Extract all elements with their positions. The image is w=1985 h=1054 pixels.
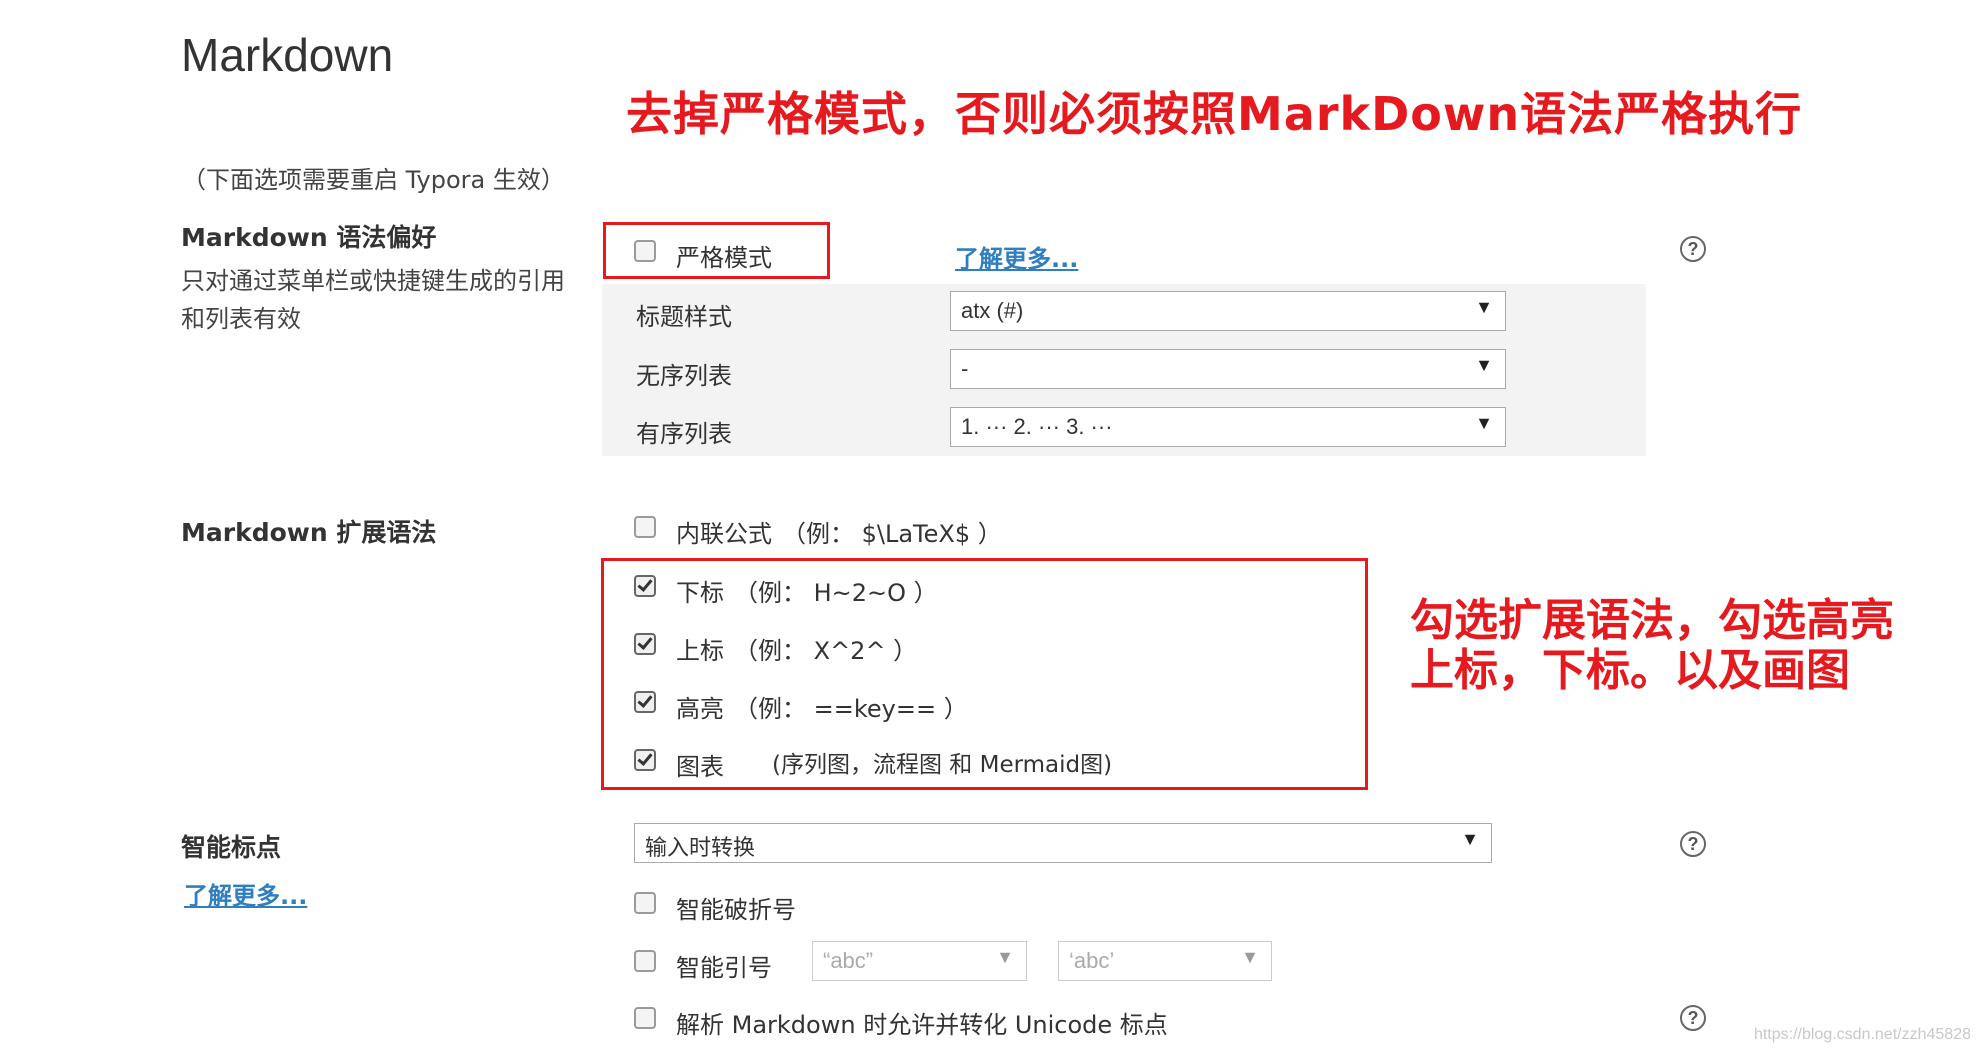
chevron-down-icon: ▼ [1475, 297, 1493, 317]
double-quote-select[interactable]: “abc” ▼ [812, 941, 1027, 981]
single-quote-select[interactable]: ‘abc’ ▼ [1058, 941, 1272, 981]
smart-quotes-label: 智能引号 [676, 954, 772, 982]
ordered-list-value: 1. ··· 2. ··· 3. ··· [961, 414, 1113, 439]
chevron-down-icon: ▼ [1241, 947, 1259, 967]
smart-dash-label: 智能破折号 [676, 896, 796, 924]
unicode-punct-label: 解析 Markdown 时允许并转化 Unicode 标点 [676, 1011, 1168, 1039]
restart-note: （下面选项需要重启 Typora 生效） [182, 166, 565, 194]
smart-punct-title: 智能标点 [181, 833, 282, 862]
help-icon[interactable]: ? [1680, 1005, 1706, 1031]
syntax-pref-title: Markdown 语法偏好 [181, 223, 437, 252]
chevron-down-icon: ▼ [1475, 355, 1493, 375]
ordered-list-select[interactable]: 1. ··· 2. ··· 3. ··· ▼ [950, 407, 1506, 447]
unordered-list-select[interactable]: - ▼ [950, 349, 1506, 389]
chevron-down-icon: ▼ [1475, 413, 1493, 433]
smart-dash-checkbox[interactable] [634, 892, 656, 914]
annotation-line-2: 上标，下标。以及画图 [1410, 645, 1850, 696]
extended-syntax-highlight-box [601, 558, 1368, 790]
smart-quotes-checkbox[interactable] [634, 950, 656, 972]
extended-syntax-title: Markdown 扩展语法 [181, 518, 437, 547]
chevron-down-icon: ▼ [1461, 829, 1479, 849]
annotation-line-1: 勾选扩展语法，勾选高亮 [1410, 595, 1894, 646]
watermark: https://blog.csdn.net/zzh45828 [1753, 1026, 1971, 1043]
learn-more-smart-punct-link[interactable]: 了解更多... [184, 876, 307, 911]
heading-style-label: 标题样式 [636, 303, 732, 331]
unicode-punct-checkbox[interactable] [634, 1007, 656, 1029]
syntax-pref-description: 只对通过菜单栏或快捷键生成的引用和列表有效 [181, 267, 565, 333]
double-quote-value: “abc” [823, 948, 874, 973]
smart-punct-mode-select[interactable]: 输入时转换 ▼ [634, 823, 1492, 863]
inline-math-label: 内联公式 （例： $\LaTeX$ ） [676, 520, 1002, 548]
learn-more-strict-link[interactable]: 了解更多... [955, 239, 1078, 274]
help-icon[interactable]: ? [1680, 236, 1706, 262]
help-icon[interactable]: ? [1680, 831, 1706, 857]
single-quote-value: ‘abc’ [1069, 948, 1115, 973]
heading-style-select[interactable]: atx (#) ▼ [950, 291, 1506, 331]
page-title: Markdown [181, 29, 394, 81]
heading-style-value: atx (#) [961, 298, 1024, 323]
strict-mode-highlight-box [603, 222, 830, 279]
ordered-list-label: 有序列表 [636, 420, 732, 448]
unordered-list-value: - [961, 356, 969, 381]
annotation-strict-mode: 去掉严格模式，否则必须按照MarkDown语法严格执行 [626, 87, 1803, 141]
chevron-down-icon: ▼ [996, 947, 1014, 967]
unordered-list-label: 无序列表 [636, 362, 732, 390]
smart-punct-mode-value: 输入时转换 [645, 835, 756, 860]
annotation-extended-syntax: 勾选扩展语法，勾选高亮 上标，下标。以及画图 [1410, 596, 1894, 696]
inline-math-checkbox[interactable] [634, 516, 656, 538]
